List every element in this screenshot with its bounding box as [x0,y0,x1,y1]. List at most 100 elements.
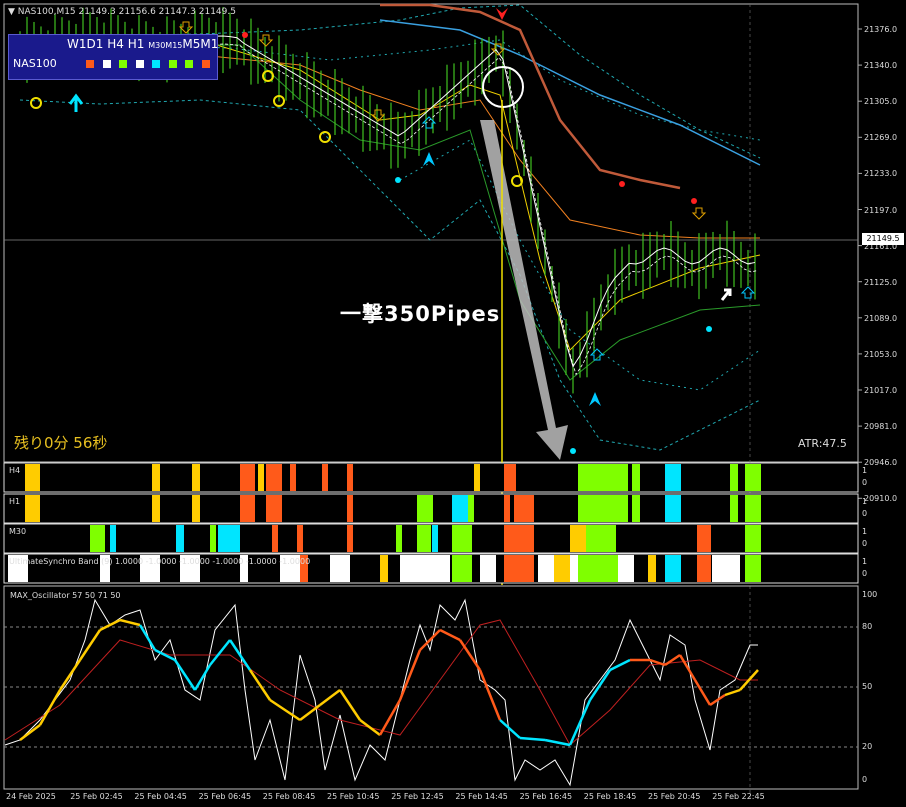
strip-segment [330,555,350,582]
strip-segment [697,525,711,552]
oscillator-label: MAX_Oscillator 57 50 71 50 [10,591,121,600]
arrow-up-icon [68,93,84,112]
strip-segment [538,555,554,582]
timeframe-status-square [201,60,210,68]
strip-lo-label: 0 [862,539,868,548]
strip-segment [697,555,711,582]
annotation-text: 一撃350Pipes [340,302,501,326]
price-axis-label: 21125.0 [864,277,898,287]
timeframe-status-square [135,60,144,68]
signal-circle-yellow [319,131,331,143]
signal-dot-cyan [570,448,576,454]
timeframe-labels: W1D1 H4 H1 M30M15M5M1 [67,37,218,51]
tf-w1: W1 [67,37,87,51]
buy-arrowhead-icon [423,152,435,166]
time-axis-label: 25 Feb 22:45 [712,792,765,801]
price-axis-label: 21340.0 [864,61,898,71]
timeframe-status-square [152,60,160,68]
price-axis-label: 21053.0 [864,349,898,359]
strip-segment [578,464,628,491]
strip-segment [152,495,160,522]
oscillator-color-segment [724,688,741,697]
oscillator-color-segment [359,719,381,736]
price-axis-label: 21376.0 [864,25,898,34]
oscillator-color-segment [499,719,521,739]
strip-label: H4 [9,466,21,475]
strip-segment [554,555,570,582]
countdown-timer: 残り0分 56秒 [14,434,108,452]
oscillator-color-segment [269,698,301,722]
oscillator-color-segment [693,679,712,706]
strip-lo-label: 0 [862,509,868,518]
strip-segment [258,464,264,491]
price-axis-label: 21089.0 [864,313,898,323]
down-arrow-icon [178,21,194,34]
strip-segment [745,525,761,552]
oscillator-color-segment [338,689,362,721]
strip-segment [504,464,516,491]
strip-segment [290,464,296,491]
slow-ma-red [380,3,681,190]
strip-segment [578,495,628,522]
time-axis-label: 25 Feb 10:45 [327,792,380,801]
strip-segment [618,555,634,582]
oscillator-color-segment [173,659,197,691]
strip-hi-label: 1 [862,527,868,536]
tf-m5: M5 [182,37,201,51]
upper-band [19,4,761,159]
chart-canvas[interactable] [0,0,906,807]
down-arrow-icon [691,207,707,220]
strip-segment [452,525,472,552]
oscillator-color-segment [248,669,272,701]
strip-segment [730,464,738,491]
chart-menu-icon[interactable]: ▼ [8,7,15,17]
price-axis-label: 21269.0 [864,133,898,143]
oscillator-color-segment [319,689,341,706]
tf-m15: M15 [165,41,183,50]
strip-segment [347,495,353,522]
time-axis-label: 24 Feb 2025 [6,792,56,801]
oscillator-axis-label: 20 [862,742,873,751]
strip-segment [417,495,433,522]
strip-segment [240,495,255,522]
oscillator-white-line [4,598,758,787]
strip-segment [432,525,438,552]
lower-band [19,99,761,451]
signal-dot-red [691,198,697,204]
strip-segment [745,464,761,491]
strip-segment [578,555,618,582]
symbol-label: NAS100 [13,57,57,70]
time-axis-label: 25 Feb 12:45 [391,792,444,801]
strip-segment [192,495,200,522]
buy-arrowhead-icon [589,392,601,406]
oscillator-color-segment [439,628,461,642]
oscillator-axis-label: 80 [862,622,873,631]
price-axis-label: 21197.0 [864,205,898,215]
strip-segment [240,464,255,491]
timeframe-status-square [102,60,111,68]
strip-segment [272,525,278,552]
strip-segment [514,495,534,522]
oscillator-color-segment [378,699,402,736]
strip-segment [210,525,216,552]
strip-segment [745,495,761,522]
time-axis-label: 25 Feb 20:45 [648,792,701,801]
strip-segment [586,525,616,552]
time-axis-label: 25 Feb 02:45 [70,792,123,801]
strip-segment [266,464,282,491]
oscillator-color-segment [58,659,82,691]
up-arrow-icon [740,286,756,299]
time-axis-label: 25 Feb 08:45 [262,792,316,801]
oscillator-color-segment [568,699,592,746]
oscillator-red-line [4,619,758,746]
strip-segment [452,495,468,522]
oscillator-color-segment [609,658,631,672]
strip-label: UltimateSynchro Band (9) 1.0000 -1.0000 … [9,557,311,566]
strip-label: H1 [9,497,21,506]
oscillator-color-segment [664,653,681,667]
strip-segment [347,464,353,491]
strip-label: M30 [9,527,27,536]
strip-segment [648,555,656,582]
time-axis-label: 25 Feb 18:45 [583,792,637,801]
oscillator-axis-label: 50 [862,682,873,691]
